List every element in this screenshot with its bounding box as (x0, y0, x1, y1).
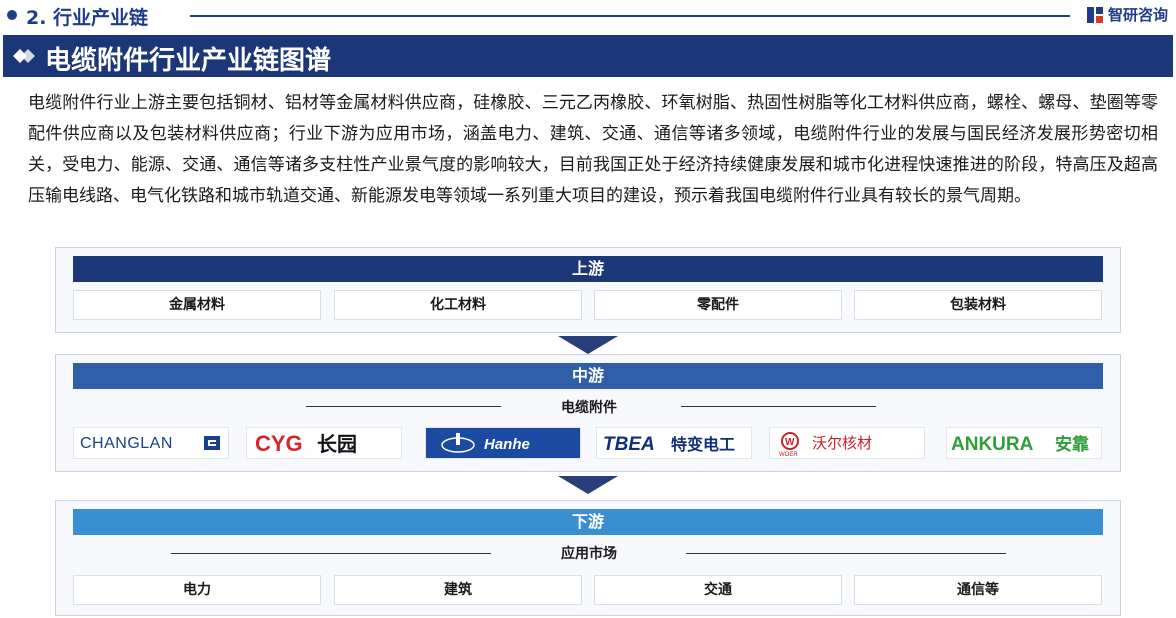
logo-ankura: ANKURA 安靠 (946, 427, 1102, 459)
logo-hanhe: Hanhe (425, 427, 581, 459)
logo-text: CHANGLAN (80, 435, 173, 452)
upstream-item: 化工材料 (334, 290, 582, 320)
intro-paragraph: 电缆附件行业上游主要包括铜材、铝材等金属材料供应商，硅橡胶、三元乙丙橡胶、环氧树… (28, 93, 1158, 206)
midstream-header: 中游 (73, 363, 1103, 389)
midstream-subtitle: 电缆附件 (561, 400, 617, 416)
divider (686, 553, 1006, 554)
upstream-item: 金属材料 (73, 290, 321, 320)
divider (171, 553, 491, 554)
upstream-panel: 上游 金属材料 化工材料 零配件 包装材料 (55, 247, 1121, 333)
downstream-header: 下游 (73, 509, 1103, 535)
divider (306, 406, 501, 407)
logo-text: CYG (255, 431, 303, 456)
svg-text:W: W (785, 437, 795, 448)
downstream-item: 建筑 (334, 575, 582, 605)
logo-cyg: CYG 长园 (246, 427, 402, 459)
diamond-icon (13, 49, 35, 63)
downstream-item: 电力 (73, 575, 321, 605)
down-arrow-icon (558, 476, 618, 494)
downstream-item: 交通 (594, 575, 842, 605)
downstream-item: 通信等 (854, 575, 1102, 605)
downstream-subtitle: 应用市场 (561, 546, 617, 562)
brand-name: 智研咨询 (1107, 6, 1168, 24)
logo-text: 安靠 (1055, 434, 1089, 455)
upstream-item: 零配件 (594, 290, 842, 320)
logo-text: 特变电工 (671, 435, 735, 454)
section-label: 2. 行业产业链 (26, 7, 149, 29)
divider (681, 406, 876, 407)
logo-text: TBEA (603, 434, 655, 455)
downstream-panel: 下游 应用市场 电力 建筑 交通 通信等 (55, 500, 1121, 616)
title-bar: 电缆附件行业产业链图谱 (3, 35, 1173, 77)
logo-changlan: CHANGLAN (73, 427, 229, 459)
page-title: 电缆附件行业产业链图谱 (45, 46, 332, 76)
brand-icon (1086, 6, 1103, 23)
down-arrow-icon (558, 336, 618, 354)
top-bar: 2. 行业产业链 智研咨询 (0, 0, 1176, 34)
logo-tbea: TBEA 特变电工 (596, 427, 752, 459)
logo-text: Hanhe (484, 436, 530, 453)
logo-text: 沃尔核材 (812, 434, 872, 452)
divider (190, 15, 1070, 17)
logo-text: ANKURA (951, 434, 1034, 455)
logo-woer: W WOER 沃尔核材 (769, 427, 925, 459)
logo-text: 长园 (317, 432, 357, 456)
midstream-panel: 中游 电缆附件 CHANGLAN CYG 长园 Hanhe TBEA 特变电工 … (55, 354, 1121, 472)
bullet-icon (7, 10, 17, 20)
logo-text: WOER (779, 452, 798, 458)
upstream-header: 上游 (73, 256, 1103, 282)
upstream-item: 包装材料 (854, 290, 1102, 320)
brand-logo: 智研咨询 (1086, 4, 1168, 25)
